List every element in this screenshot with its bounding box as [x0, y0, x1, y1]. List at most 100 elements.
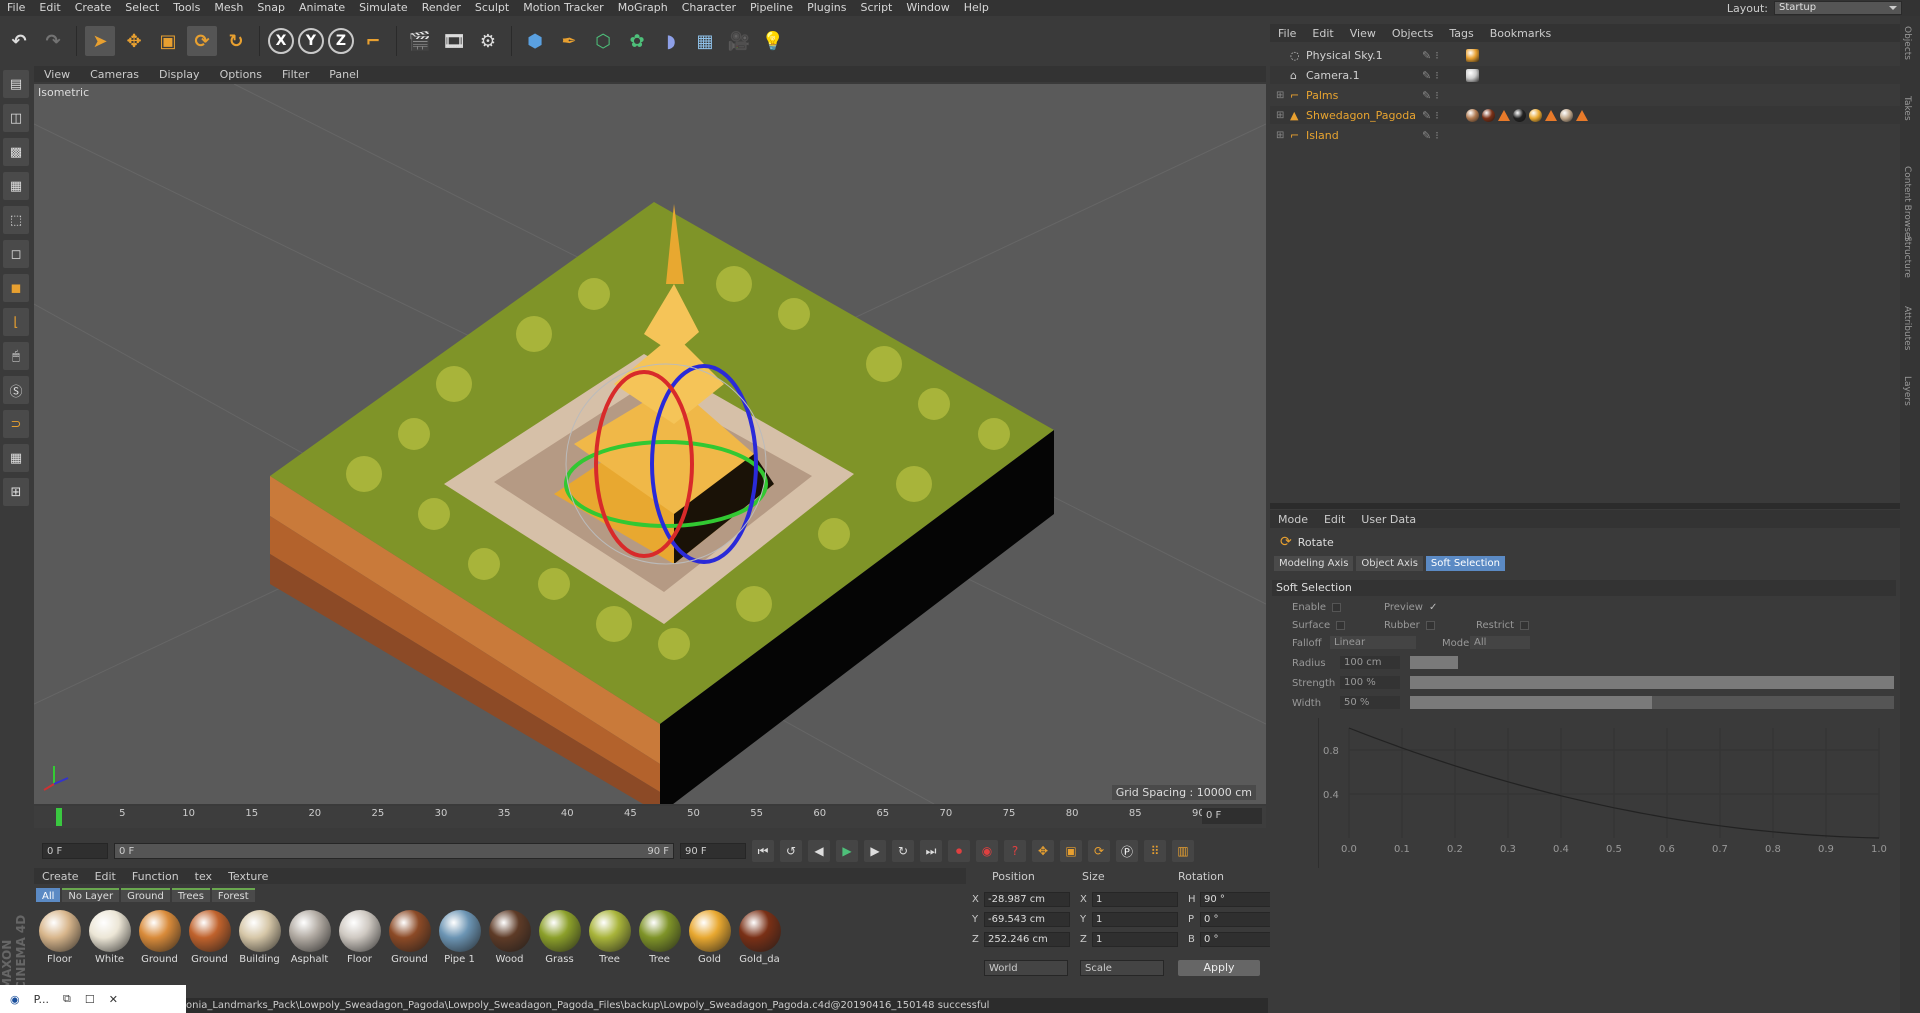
enable-row[interactable]: Enable — [1292, 602, 1342, 613]
key-scale-icon[interactable]: ▣ — [1060, 840, 1082, 862]
material-swatch[interactable]: Ground — [136, 910, 183, 965]
viewport-menu-filter[interactable]: Filter — [272, 68, 319, 81]
restrict-row[interactable]: Restrict — [1476, 620, 1530, 631]
visibility-dots-icon[interactable]: ⁝ — [1435, 69, 1439, 82]
taskbar-window[interactable]: ◉ P... ⧉ ☐ ✕ — [0, 985, 186, 1013]
preview-check-icon[interactable]: ✓ — [1429, 602, 1437, 613]
material-tab-all[interactable]: All — [36, 888, 61, 902]
edit-check-icon[interactable]: ✎ — [1422, 89, 1431, 102]
previous-key-icon[interactable]: ↺ — [780, 840, 802, 862]
side-tab-attributes[interactable]: Attributes — [1902, 306, 1912, 350]
width-slider[interactable] — [1410, 696, 1894, 709]
attribute-menu-edit[interactable]: Edit — [1316, 513, 1353, 526]
close-icon[interactable]: ✕ — [109, 993, 118, 1006]
preview-row[interactable]: Preview ✓ — [1384, 602, 1437, 613]
material-swatch[interactable]: Floor — [36, 910, 83, 965]
object-row[interactable]: ⌂ Camera.1 ✎ ⁝ — [1270, 66, 1900, 84]
material-tag-icon[interactable] — [1498, 109, 1510, 121]
floor-icon[interactable]: ▦ — [690, 26, 720, 56]
radius-field[interactable]: 100 cm — [1340, 656, 1400, 669]
undo-icon[interactable]: ↶ — [4, 26, 34, 56]
material-swatch[interactable]: Tree — [586, 910, 633, 965]
material-tag-icon[interactable] — [1466, 48, 1479, 62]
menu-pipeline[interactable]: Pipeline — [743, 0, 800, 16]
axis-mode-icon[interactable]: ⌊ — [3, 308, 29, 336]
material-tag-icon[interactable] — [1529, 108, 1542, 122]
edit-check-icon[interactable]: ✎ — [1422, 129, 1431, 142]
points-mode-icon[interactable]: ⬚ — [3, 206, 29, 234]
autokey-icon[interactable]: ◉ — [976, 840, 998, 862]
move-tool-icon[interactable]: ✥ — [119, 26, 149, 56]
menu-snap[interactable]: Snap — [250, 0, 292, 16]
menu-mesh[interactable]: Mesh — [207, 0, 250, 16]
coord-rotation-field[interactable]: 0 ° — [1200, 932, 1274, 947]
workplane-icon[interactable]: ▦ — [3, 172, 29, 200]
coord-scale-dropdown[interactable]: Scale — [1080, 960, 1164, 976]
material-menu-tex[interactable]: tex — [187, 870, 220, 883]
material-swatch[interactable]: Grass — [536, 910, 583, 965]
material-swatch[interactable]: Ground — [386, 910, 433, 965]
material-tag-icon[interactable] — [1560, 108, 1573, 122]
strength-slider[interactable] — [1410, 676, 1894, 689]
object-visibility-toggles[interactable]: ✎ ⁝ — [1422, 69, 1439, 82]
key-rotation-icon[interactable]: ⟳ — [1088, 840, 1110, 862]
visibility-dots-icon[interactable]: ⁝ — [1435, 129, 1439, 142]
material-swatch[interactable]: Floor — [336, 910, 383, 965]
strength-field[interactable]: 100 % — [1340, 676, 1400, 689]
material-swatch[interactable]: Gold — [686, 910, 733, 965]
cube-object-icon[interactable]: ⬢ — [520, 26, 550, 56]
object-name[interactable]: Palms — [1306, 89, 1338, 102]
timeline[interactable]: 051015202530354045505560657075808590 0 F — [34, 806, 1266, 828]
object-visibility-toggles[interactable]: ✎ ⁝ — [1422, 109, 1439, 122]
surface-checkbox[interactable] — [1336, 620, 1346, 630]
object-menu-bookmarks[interactable]: Bookmarks — [1482, 27, 1559, 40]
object-row[interactable]: ⊞ ⌐ Island ✎ ⁝ — [1270, 126, 1900, 144]
timeline-ruler[interactable]: 051015202530354045505560657075808590 — [56, 806, 1216, 828]
expand-icon[interactable]: ⊞ — [1276, 90, 1284, 101]
light-icon[interactable]: 💡 — [758, 26, 788, 56]
model-mode-icon[interactable]: ◫ — [3, 104, 29, 132]
object-row[interactable]: ◌ Physical Sky.1 ✎ ⁝ — [1270, 46, 1900, 64]
menu-plugins[interactable]: Plugins — [800, 0, 853, 16]
material-swatch[interactable]: Building — [236, 910, 283, 965]
side-tab-takes[interactable]: Takes — [1902, 96, 1912, 121]
material-swatch[interactable]: Asphalt — [286, 910, 333, 965]
menu-render[interactable]: Render — [415, 0, 468, 16]
viewport-menu-display[interactable]: Display — [149, 68, 210, 81]
apply-button[interactable]: Apply — [1178, 960, 1260, 976]
menu-edit[interactable]: Edit — [32, 0, 67, 16]
menu-sculpt[interactable]: Sculpt — [468, 0, 516, 16]
object-menu-file[interactable]: File — [1270, 27, 1304, 40]
viewport-menu-view[interactable]: View — [34, 68, 80, 81]
frame-range-slider[interactable]: 0 F 90 F — [114, 843, 674, 859]
material-menu-function[interactable]: Function — [124, 870, 187, 883]
edit-check-icon[interactable]: ✎ — [1422, 49, 1431, 62]
object-menu-view[interactable]: View — [1342, 27, 1384, 40]
maximize-icon[interactable]: ☐ — [85, 993, 95, 1006]
coord-world-dropdown[interactable]: World — [984, 960, 1068, 976]
magnet-icon[interactable]: ⊃ — [3, 410, 29, 438]
recent-tool-icon[interactable]: ↻ — [221, 26, 251, 56]
tweak-mode-icon[interactable]: 🖱 — [3, 342, 29, 370]
material-swatch[interactable]: Pipe 1 — [436, 910, 483, 965]
object-visibility-toggles[interactable]: ✎ ⁝ — [1422, 129, 1439, 142]
y-axis-lock-icon[interactable]: Y — [298, 28, 324, 54]
edit-check-icon[interactable]: ✎ — [1422, 69, 1431, 82]
side-tab-content-browser[interactable]: Content Browser — [1902, 166, 1912, 241]
coord-rotation-field[interactable]: 0 ° — [1200, 912, 1274, 927]
coord-size-field[interactable]: 1 — [1092, 932, 1178, 947]
end-frame-field[interactable]: 90 F — [680, 843, 746, 859]
attribute-tab-modeling-axis[interactable]: Modeling Axis — [1274, 556, 1354, 571]
material-menu-texture[interactable]: Texture — [220, 870, 276, 883]
expand-icon[interactable]: ⊞ — [1276, 130, 1284, 141]
record-icon[interactable]: ⏺ — [948, 840, 970, 862]
side-tab-layers[interactable]: Layers — [1902, 376, 1912, 406]
key-position-icon[interactable]: ✥ — [1032, 840, 1054, 862]
coord-position-field[interactable]: -69.543 cm — [984, 912, 1070, 927]
rotate-tool-icon[interactable]: ⟳ — [187, 26, 217, 56]
camera-icon[interactable]: 🎥 — [724, 26, 754, 56]
menu-script[interactable]: Script — [853, 0, 899, 16]
attribute-menu-user-data[interactable]: User Data — [1353, 513, 1424, 526]
layout-selector[interactable]: Layout: Startup — [1727, 0, 1902, 16]
menu-tools[interactable]: Tools — [166, 0, 207, 16]
